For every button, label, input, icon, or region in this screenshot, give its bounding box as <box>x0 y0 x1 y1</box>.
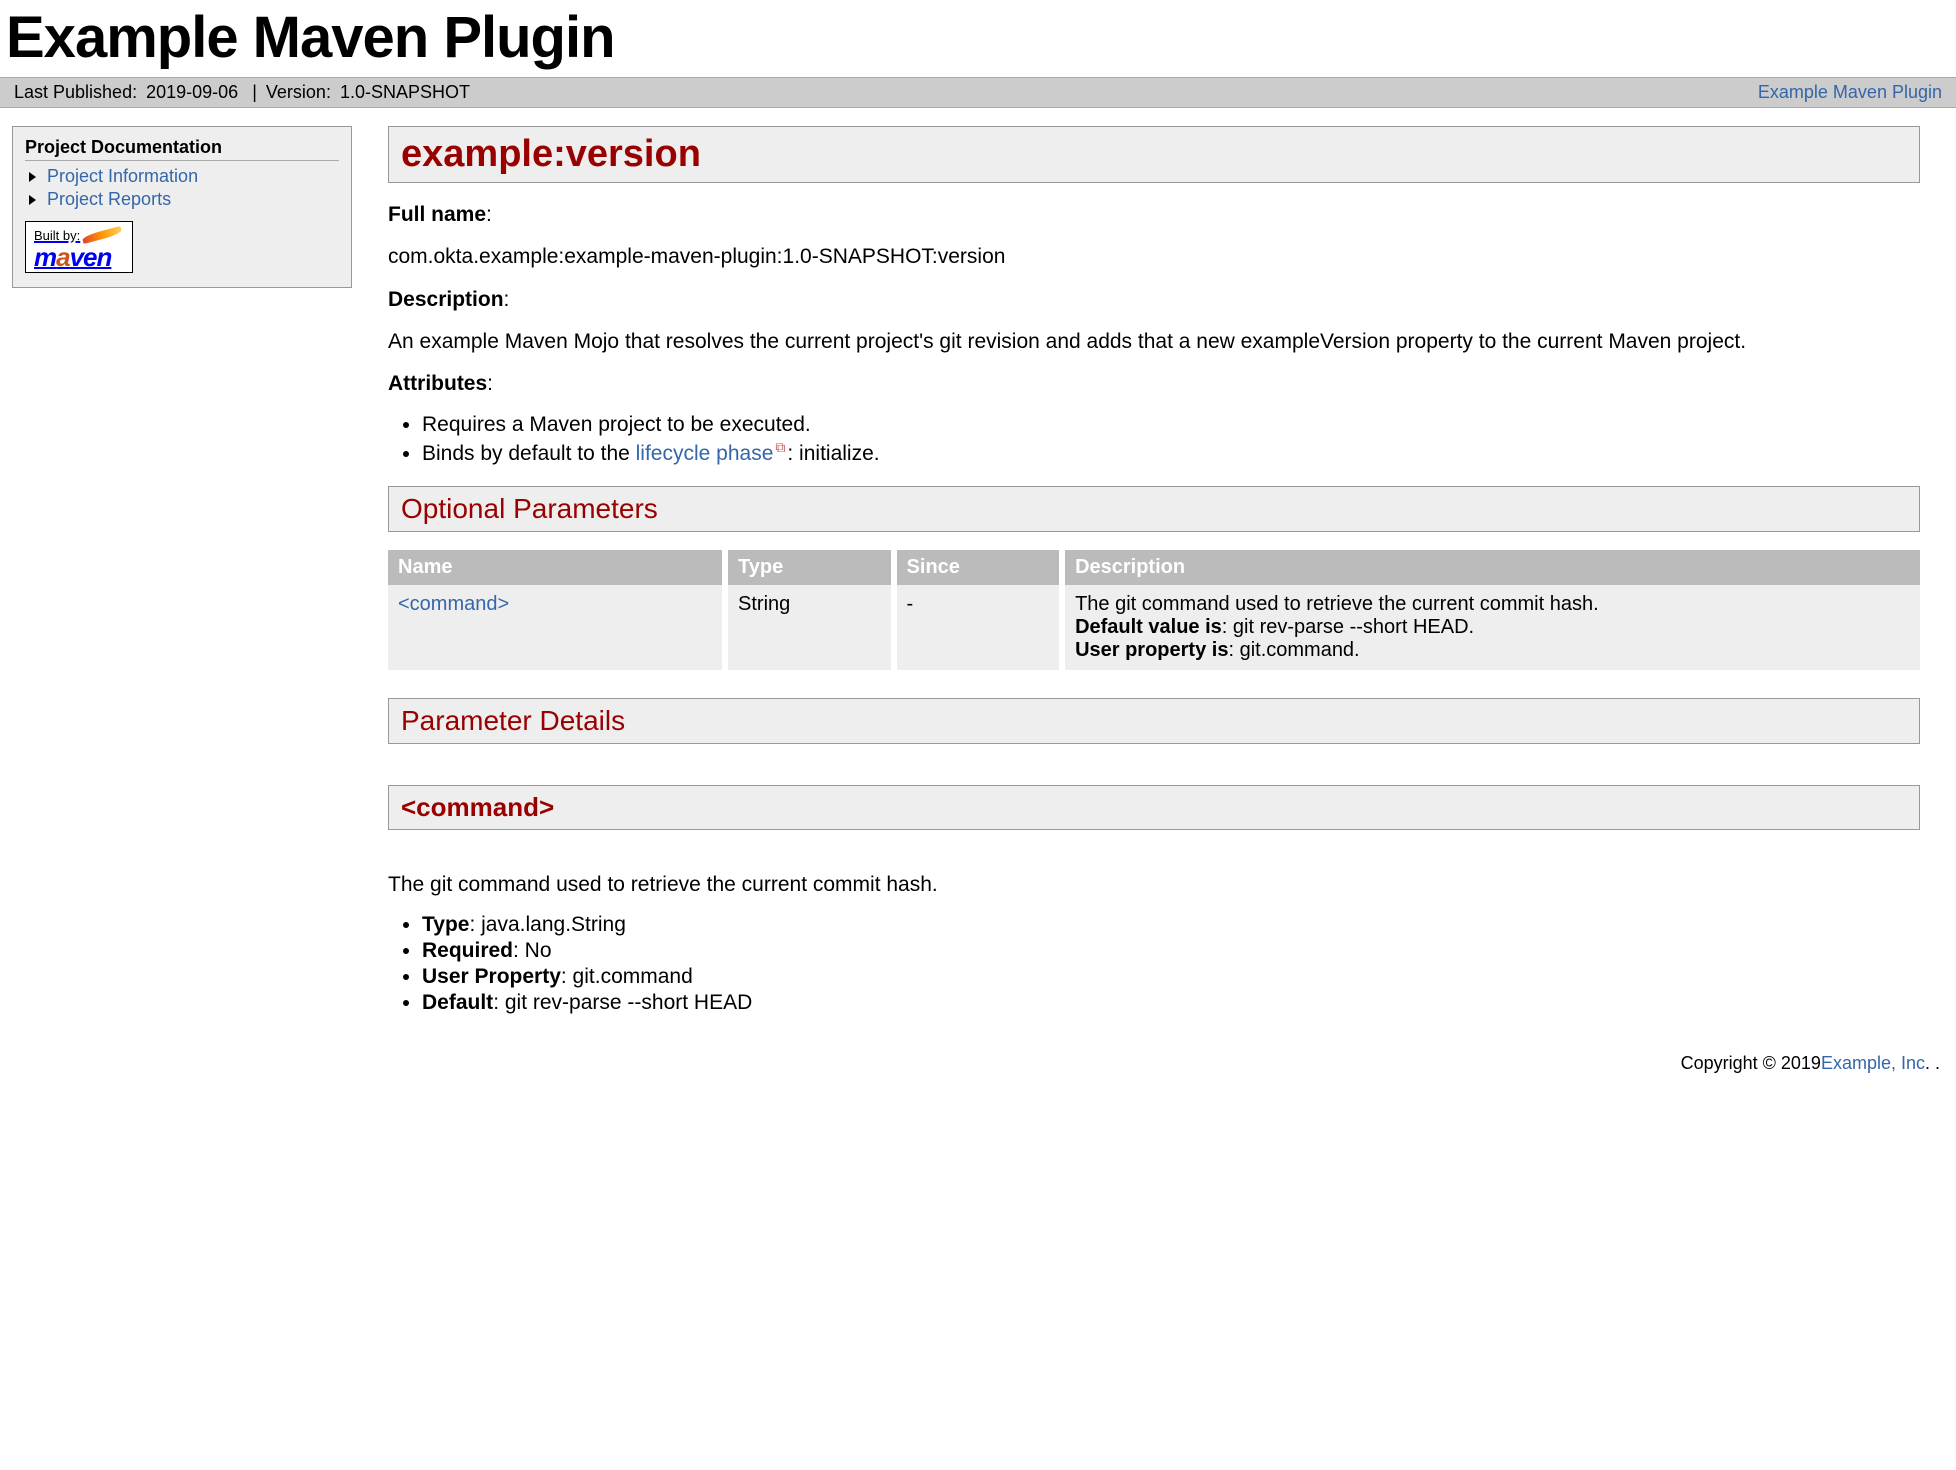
breadcrumb-left: Last Published: 2019-09-06 | Version: 1.… <box>14 82 474 103</box>
user-property-label: User property is <box>1075 639 1228 661</box>
param-since: - <box>894 585 1063 670</box>
attributes-list: Requires a Maven project to be executed.… <box>422 413 1920 466</box>
attribute-item: Binds by default to the lifecycle phase⧉… <box>422 439 1920 466</box>
last-published-value: 2019-09-06 <box>146 82 238 102</box>
banner: Example Maven Plugin <box>0 0 1956 77</box>
detail-type: Type: java.lang.String <box>422 913 1920 937</box>
attribute-item: Requires a Maven project to be executed. <box>422 413 1920 437</box>
sidebar-item-project-reports[interactable]: Project Reports <box>25 188 339 211</box>
builtby-label: Built by: <box>34 228 80 243</box>
param-detail-description: The git command used to retrieve the cur… <box>388 871 1920 899</box>
page-title: Example Maven Plugin <box>0 0 1956 77</box>
footer-suffix: . . <box>1925 1053 1940 1073</box>
expand-icon <box>29 172 36 182</box>
attr2-prefix: Binds by default to the <box>422 442 636 465</box>
last-published-label: Last Published: <box>14 82 137 102</box>
user-property: : git.command. <box>1228 639 1359 661</box>
table-header-type: Type <box>725 550 894 585</box>
main-content: example:version Full name: com.okta.exam… <box>388 126 1944 1035</box>
breadcrumb: Last Published: 2019-09-06 | Version: 1.… <box>0 77 1956 108</box>
footer-prefix: Copyright © 2019 <box>1681 1053 1821 1073</box>
breadcrumb-project-link[interactable]: Example Maven Plugin <box>1758 82 1942 102</box>
lifecycle-phase-link[interactable]: lifecycle phase <box>636 442 774 465</box>
detail-default: Default: git rev-parse --short HEAD <box>422 991 1920 1015</box>
fullname-label: Full name <box>388 203 486 226</box>
footer-company-link[interactable]: Example, Inc <box>1821 1053 1925 1073</box>
detail-user-property: User Property: git.command <box>422 965 1920 989</box>
version-label: Version: <box>266 82 331 102</box>
table-header-name: Name <box>388 550 725 585</box>
param-desc-text: The git command used to retrieve the cur… <box>1075 593 1599 615</box>
description-label: Description <box>388 288 504 311</box>
version-value: 1.0-SNAPSHOT <box>340 82 470 102</box>
attributes-label: Attributes <box>388 372 487 395</box>
table-row: <command> String - The git command used … <box>388 585 1920 670</box>
sidebar-item-project-information[interactable]: Project Information <box>25 165 339 188</box>
param-name-link[interactable]: <command> <box>398 593 509 615</box>
param-type: String <box>725 585 894 670</box>
sidebar-link-project-information[interactable]: Project Information <box>47 166 198 186</box>
param-detail-list: Type: java.lang.String Required: No User… <box>422 913 1920 1015</box>
goal-heading: example:version <box>388 126 1920 183</box>
param-description: The git command used to retrieve the cur… <box>1062 585 1920 670</box>
attr2-suffix: : initialize. <box>787 442 879 465</box>
detail-required: Required: No <box>422 939 1920 963</box>
expand-icon <box>29 195 36 205</box>
default-value: : git rev-parse --short HEAD. <box>1222 616 1474 638</box>
maven-brand: maven <box>34 242 111 272</box>
parameters-table: Name Type Since Description <command> St… <box>388 550 1920 670</box>
table-header-description: Description <box>1062 550 1920 585</box>
sidebar: Project Documentation Project Informatio… <box>12 126 352 288</box>
sidebar-heading: Project Documentation <box>25 137 339 161</box>
footer: Copyright © 2019Example, Inc. . <box>0 1045 1956 1086</box>
breadcrumb-separator: | <box>252 82 257 102</box>
description-value: An example Maven Mojo that resolves the … <box>388 328 1920 356</box>
built-by-maven-logo[interactable]: Built by: maven <box>25 221 133 273</box>
sidebar-link-project-reports[interactable]: Project Reports <box>47 189 171 209</box>
parameter-details-heading: Parameter Details <box>388 698 1920 744</box>
external-link-icon: ⧉ <box>775 439 785 456</box>
optional-parameters-heading: Optional Parameters <box>388 486 1920 532</box>
parameter-command-heading: <command> <box>388 785 1920 830</box>
fullname-value: com.okta.example:example-maven-plugin:1.… <box>388 243 1920 271</box>
default-value-label: Default value is <box>1075 616 1222 638</box>
table-header-since: Since <box>894 550 1063 585</box>
